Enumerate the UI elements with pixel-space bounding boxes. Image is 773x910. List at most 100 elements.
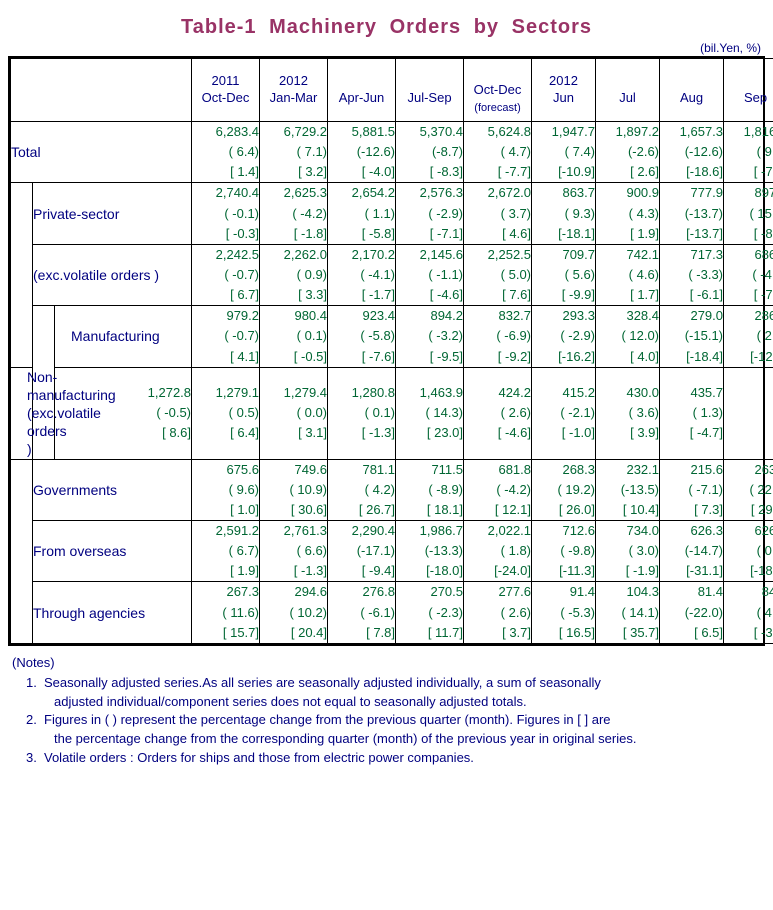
value-level: 293.3 [562, 308, 596, 324]
page-title: Table-1 Machinery Orders by Sectors [181, 16, 592, 38]
table-header-row: 2011 Oct-Dec 2012 Jan-Mar Apr-Jun Jul-Se… [9, 58, 773, 122]
value-level: 91.4 [569, 584, 596, 600]
value-qoq: ( -5.8) [360, 328, 396, 344]
cell-governments-6: 232.1 (-13.5) [ 10.4] [595, 458, 661, 522]
value-yoy: [ -9.2] [497, 348, 532, 364]
value-qoq: (-8.7) [431, 144, 464, 160]
value-qoq: ( 3.7) [500, 205, 532, 221]
value-level: 5,881.5 [351, 124, 396, 139]
value-qoq: ( 9.3) [564, 205, 596, 221]
cell-private-0: 2,740.4 ( -0.1) [ -0.3] [191, 182, 261, 245]
cell-nonmanufacturing-8: 435.7 ( 1.3) [ -4.7] [659, 367, 725, 460]
value-yoy: [ -1.3] [361, 425, 396, 441]
indent-spacer-1 [10, 182, 33, 368]
value-qoq: ( -6.1) [360, 604, 396, 620]
value-level: 897.5 [754, 185, 773, 201]
cell-agencies-1: 294.6 ( 10.2) [ 20.4] [259, 581, 329, 644]
value-qoq: ( 4.7) [500, 144, 532, 160]
value-qoq: ( 15.4) [749, 205, 773, 221]
note-text-2-line2: the percentage change from the correspon… [54, 731, 637, 747]
value-level: 2,740.4 [215, 185, 260, 201]
cell-overseas-8: 626.4 ( 0.0) [-18.4] [723, 520, 773, 583]
value-qoq: ( -1.1) [428, 266, 464, 282]
row-label-non-manufacturing: Non-manufacturing (exc.volatile orders ) [10, 367, 116, 460]
value-level: 430.0 [626, 384, 660, 400]
cell-manufacturing-4: 832.7 ( -6.9) [ -9.2] [463, 305, 533, 368]
value-yoy: [ 6.5] [694, 624, 724, 640]
cell-manufacturing-5: 293.3 ( -2.9) [-16.2] [531, 305, 597, 368]
value-level: 81.4 [697, 584, 724, 600]
notes-section: (Notes) 1. Seasonally adjusted series.As… [12, 654, 773, 768]
cell-overseas-5: 712.6 ( -9.8) [-11.3] [531, 520, 597, 583]
header-period-8: Sep [743, 90, 768, 106]
value-qoq: ( -0.1) [224, 205, 260, 221]
value-level: 923.4 [362, 308, 396, 324]
cell-private-exc-2: 2,170.2 ( -4.1) [ -1.7] [327, 244, 397, 307]
value-yoy: [ 35.7] [622, 624, 660, 640]
value-qoq: ( 2.6) [500, 405, 532, 421]
row-label-non-manufacturing-line2: (exc.volatile orders ) [27, 405, 101, 458]
value-yoy: [ -6.1] [689, 287, 724, 303]
value-level: 894.2 [430, 308, 464, 324]
value-qoq: ( 0.1) [364, 405, 396, 421]
value-qoq: ( -4.2) [496, 481, 532, 497]
header-period-2: Apr-Jun [338, 90, 385, 106]
header-period-7: Aug [679, 90, 704, 106]
header-col-2: Apr-Jun [327, 58, 397, 122]
value-yoy: [ -9.4] [361, 563, 396, 579]
cell-overseas-0: 2,591.2 ( 6.7) [ 1.9] [191, 520, 261, 583]
value-yoy: [-16.2] [558, 348, 596, 364]
value-yoy: [ -7.1] [429, 225, 464, 241]
cell-private-1: 2,625.3 ( -4.2) [ -1.8] [259, 182, 329, 245]
value-qoq: ( 3.0) [628, 543, 660, 559]
value-yoy: [ -0.3] [225, 225, 260, 241]
cell-governments-7: 215.6 ( -7.1) [ 7.3] [659, 458, 725, 522]
value-qoq: ( -4.2) [292, 205, 328, 221]
cell-total-0: 6,283.4 ( 6.4) [ 1.4] [191, 120, 261, 184]
cell-manufacturing-6: 328.4 ( 12.0) [ 4.0] [595, 305, 661, 368]
value-qoq: ( -4.1) [360, 266, 396, 282]
value-yoy: [ -4.0] [361, 164, 396, 180]
value-yoy: [-18.0] [426, 563, 464, 579]
value-level: 832.7 [498, 308, 532, 324]
row-label-non-manufacturing-line1: Non-manufacturing [27, 368, 116, 403]
table-row-private-sector: Private-sector 2,740.4 ( -0.1) [ -0.3] 2… [10, 182, 773, 368]
value-yoy: [ 2.6] [630, 164, 660, 180]
value-qoq: ( -7.1) [688, 481, 724, 497]
cell-nonmanufacturing-4: 1,463.9 ( 14.3) [ 23.0] [395, 367, 465, 460]
header-period-6: Jul [619, 90, 636, 106]
value-qoq: ( -0.7) [224, 328, 260, 344]
value-qoq: ( 6.7) [228, 543, 260, 559]
header-year-5: 2012 [549, 73, 578, 89]
cell-total-5: 1,947.7 ( 7.4) [-10.9] [531, 120, 597, 184]
value-level: 1,280.8 [351, 384, 396, 400]
value-qoq: ( 14.1) [621, 604, 660, 620]
value-level: 2,262.0 [283, 246, 328, 262]
header-sub-4: (forecast) [474, 102, 521, 115]
value-level: 2,672.0 [487, 185, 532, 201]
value-qoq: ( -2.9) [428, 205, 464, 221]
value-yoy: [ 3.7] [502, 624, 532, 640]
value-level: 2,591.2 [215, 523, 260, 539]
value-qoq: ( -2.3) [428, 604, 464, 620]
value-yoy: [-31.1] [686, 563, 724, 579]
header-col-4: Oct-Dec (forecast) [463, 58, 533, 122]
header-col-8: Sep [723, 58, 773, 122]
value-yoy: [ -7.8] [753, 287, 773, 303]
cell-private-exc-0: 2,242.5 ( -0.7) [ 6.7] [191, 244, 261, 307]
cell-private-5: 863.7 ( 9.3) [-18.1] [531, 182, 597, 245]
value-qoq: ( -9.8) [560, 543, 596, 559]
value-level: 1,279.1 [215, 384, 260, 400]
cell-agencies-6: 104.3 ( 14.1) [ 35.7] [595, 581, 661, 644]
value-qoq: ( 2.8) [756, 328, 773, 344]
value-qoq: (-12.6) [356, 144, 396, 160]
value-level: 277.6 [498, 584, 532, 600]
value-level: 712.6 [562, 523, 596, 539]
cell-manufacturing-3: 894.2 ( -3.2) [ -9.5] [395, 305, 465, 368]
indent-spacer-3 [10, 458, 33, 644]
value-qoq: (-12.6) [684, 144, 724, 160]
cell-manufacturing-8: 286.8 ( 2.8) [-12.7] [723, 305, 773, 368]
value-level: 781.1 [362, 461, 396, 477]
cell-agencies-0: 267.3 ( 11.6) [ 15.7] [191, 581, 261, 644]
cell-governments-8: 263.8 ( 22.4) [ 29.3] [723, 458, 773, 522]
